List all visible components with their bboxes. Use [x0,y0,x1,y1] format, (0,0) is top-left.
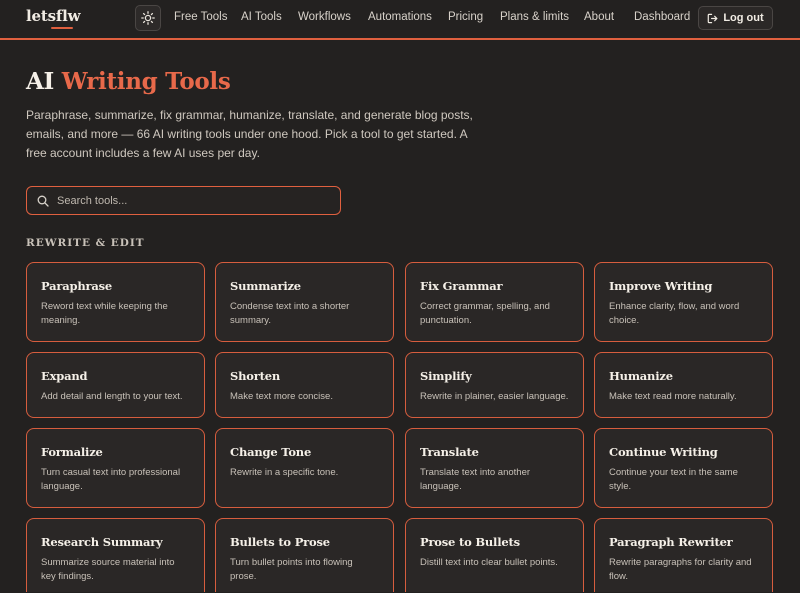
site-logo[interactable]: letsflw [26,7,80,25]
search-box[interactable] [26,186,341,215]
tool-card-description: Distill text into clear bullet points. [420,557,558,568]
tool-card-improve-writing[interactable]: Improve Writing Enhance clarity, flow, a… [594,262,773,342]
tool-card-description: Translate text into another language. [420,467,531,492]
tool-card-description: Enhance clarity, flow, and word choice. [609,301,740,326]
tool-card-title: Paragraph Rewriter [609,535,733,549]
nav-plans-limits[interactable]: Plans & limits [500,11,569,23]
tool-card-description: Turn casual text into professional langu… [41,467,181,492]
tool-card-description: Add detail and length to your text. [41,391,183,402]
tool-card-continue-writing[interactable]: Continue Writing Continue your text in t… [594,428,773,508]
nav-dashboard[interactable]: Dashboard [634,11,690,23]
page-title: AI Writing Tools [26,68,231,95]
tool-card-prose-to-bullets[interactable]: Prose to Bullets Distill text into clear… [405,518,584,592]
tool-card-title: Shorten [230,369,280,383]
tool-card-title: Translate [420,445,479,459]
search-input[interactable] [57,194,327,207]
tool-card-title: Summarize [230,279,301,293]
tool-card-translate[interactable]: Translate Translate text into another la… [405,428,584,508]
tool-card-description: Rewrite paragraphs for clarity and flow. [609,557,752,582]
page-title-accent: Writing Tools [61,68,231,95]
tool-card-summarize[interactable]: Summarize Condense text into a shorter s… [215,262,394,342]
tool-card-description: Make text read more naturally. [609,391,737,402]
page-intro: Paraphrase, summarize, fix grammar, huma… [26,108,473,160]
nav-ai-tools[interactable]: AI Tools [241,11,282,23]
search-icon [37,195,49,207]
tool-card-title: Prose to Bullets [420,535,520,549]
page-title-plain: AI [26,68,55,95]
tool-card-description: Turn bullet points into flowing prose. [230,557,353,582]
logout-label: Log out [723,12,764,24]
tool-card-title: Formalize [41,445,103,459]
tool-card-paragraph-rewriter[interactable]: Paragraph Rewriter Rewrite paragraphs fo… [594,518,773,592]
logout-icon [708,13,718,23]
nav-pricing[interactable]: Pricing [448,11,483,23]
tool-card-title: Improve Writing [609,279,713,293]
tool-card-title: Research Summary [41,535,163,549]
tool-card-description: Rewrite in a specific tone. [230,467,339,478]
tool-card-title: Simplify [420,369,472,383]
tool-card-research-summary[interactable]: Research Summary Summarize source materi… [26,518,205,592]
theme-toggle-button[interactable] [135,5,161,31]
tool-card-title: Fix Grammar [420,279,503,293]
nav-about[interactable]: About [584,11,614,23]
nav-automations[interactable]: Automations [368,11,432,23]
tool-card-fix-grammar[interactable]: Fix Grammar Correct grammar, spelling, a… [405,262,584,342]
tool-card-description: Continue your text in the same style. [609,467,738,492]
sun-icon [141,11,155,25]
tool-card-title: Bullets to Prose [230,535,330,549]
tool-card-humanize[interactable]: Humanize Make text read more naturally. [594,352,773,418]
tool-card-title: Expand [41,369,88,383]
tool-card-title: Humanize [609,369,673,383]
tool-card-description: Summarize source material into key findi… [41,557,175,582]
tool-card-description: Correct grammar, spelling, and punctuati… [420,301,550,326]
tool-card-description: Condense text into a shorter summary. [230,301,350,326]
tool-card-description: Reword text while keeping the meaning. [41,301,168,326]
tool-card-bullets-to-prose[interactable]: Bullets to Prose Turn bullet points into… [215,518,394,592]
tool-card-change-tone[interactable]: Change Tone Rewrite in a specific tone. [215,428,394,508]
tool-card-formalize[interactable]: Formalize Turn casual text into professi… [26,428,205,508]
section-heading-rewrite-edit: REWRITE & EDIT [26,237,145,249]
tool-card-simplify[interactable]: Simplify Rewrite in plainer, easier lang… [405,352,584,418]
tool-card-title: Change Tone [230,445,312,459]
tool-card-shorten[interactable]: Shorten Make text more concise. [215,352,394,418]
tool-card-title: Continue Writing [609,445,718,459]
nav-free-tools[interactable]: Free Tools [174,11,227,23]
logout-button[interactable]: Log out [698,6,773,30]
tool-card-description: Make text more concise. [230,391,333,402]
tool-card-description: Rewrite in plainer, easier language. [420,391,569,402]
tool-card-paraphrase[interactable]: Paraphrase Reword text while keeping the… [26,262,205,342]
top-nav-bar: letsflw Free Tools AI Tools Workflows Au… [0,0,800,40]
tool-card-expand[interactable]: Expand Add detail and length to your tex… [26,352,205,418]
nav-workflows[interactable]: Workflows [298,11,351,23]
logo-underline [51,27,73,29]
tool-card-title: Paraphrase [41,279,113,293]
